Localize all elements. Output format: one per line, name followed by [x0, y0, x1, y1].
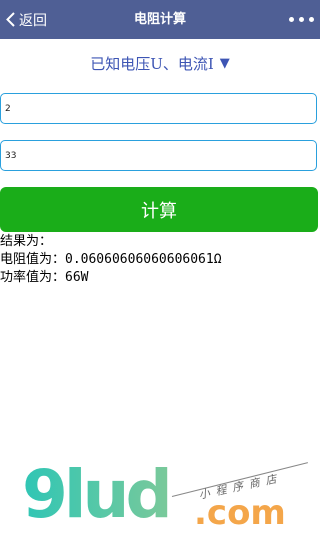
more-menu-button[interactable]: [289, 0, 314, 39]
current-input[interactable]: [0, 140, 317, 171]
results-panel: 结果为： 电阻值为：0.06060606060606061Ω 功率值为：66W: [0, 233, 320, 287]
watermark-logo: 9lud 小程序商店 .com: [22, 462, 320, 541]
mode-selector[interactable]: 已知电压U、电流I ▼: [0, 52, 320, 74]
power-result: 功率值为：66W: [0, 270, 89, 285]
resistance-result: 电阻值为：0.06060606060606061Ω: [0, 252, 222, 267]
calculate-button[interactable]: 计算: [0, 187, 318, 232]
voltage-input[interactable]: [0, 93, 317, 124]
results-header: 结果为：: [0, 234, 53, 249]
more-dot-icon: [289, 17, 294, 22]
more-dot-icon: [309, 17, 314, 22]
dropdown-arrow-icon: ▼: [219, 55, 230, 71]
watermark-domain: .com: [194, 493, 286, 533]
watermark-logo-text: 9lud: [22, 456, 173, 533]
page-title: 电阻计算: [133, 12, 186, 27]
more-dot-icon: [299, 17, 304, 22]
navigation-bar: 返回 电阻计算: [0, 0, 320, 39]
mode-selector-label: 已知电压U、电流I: [90, 54, 214, 73]
